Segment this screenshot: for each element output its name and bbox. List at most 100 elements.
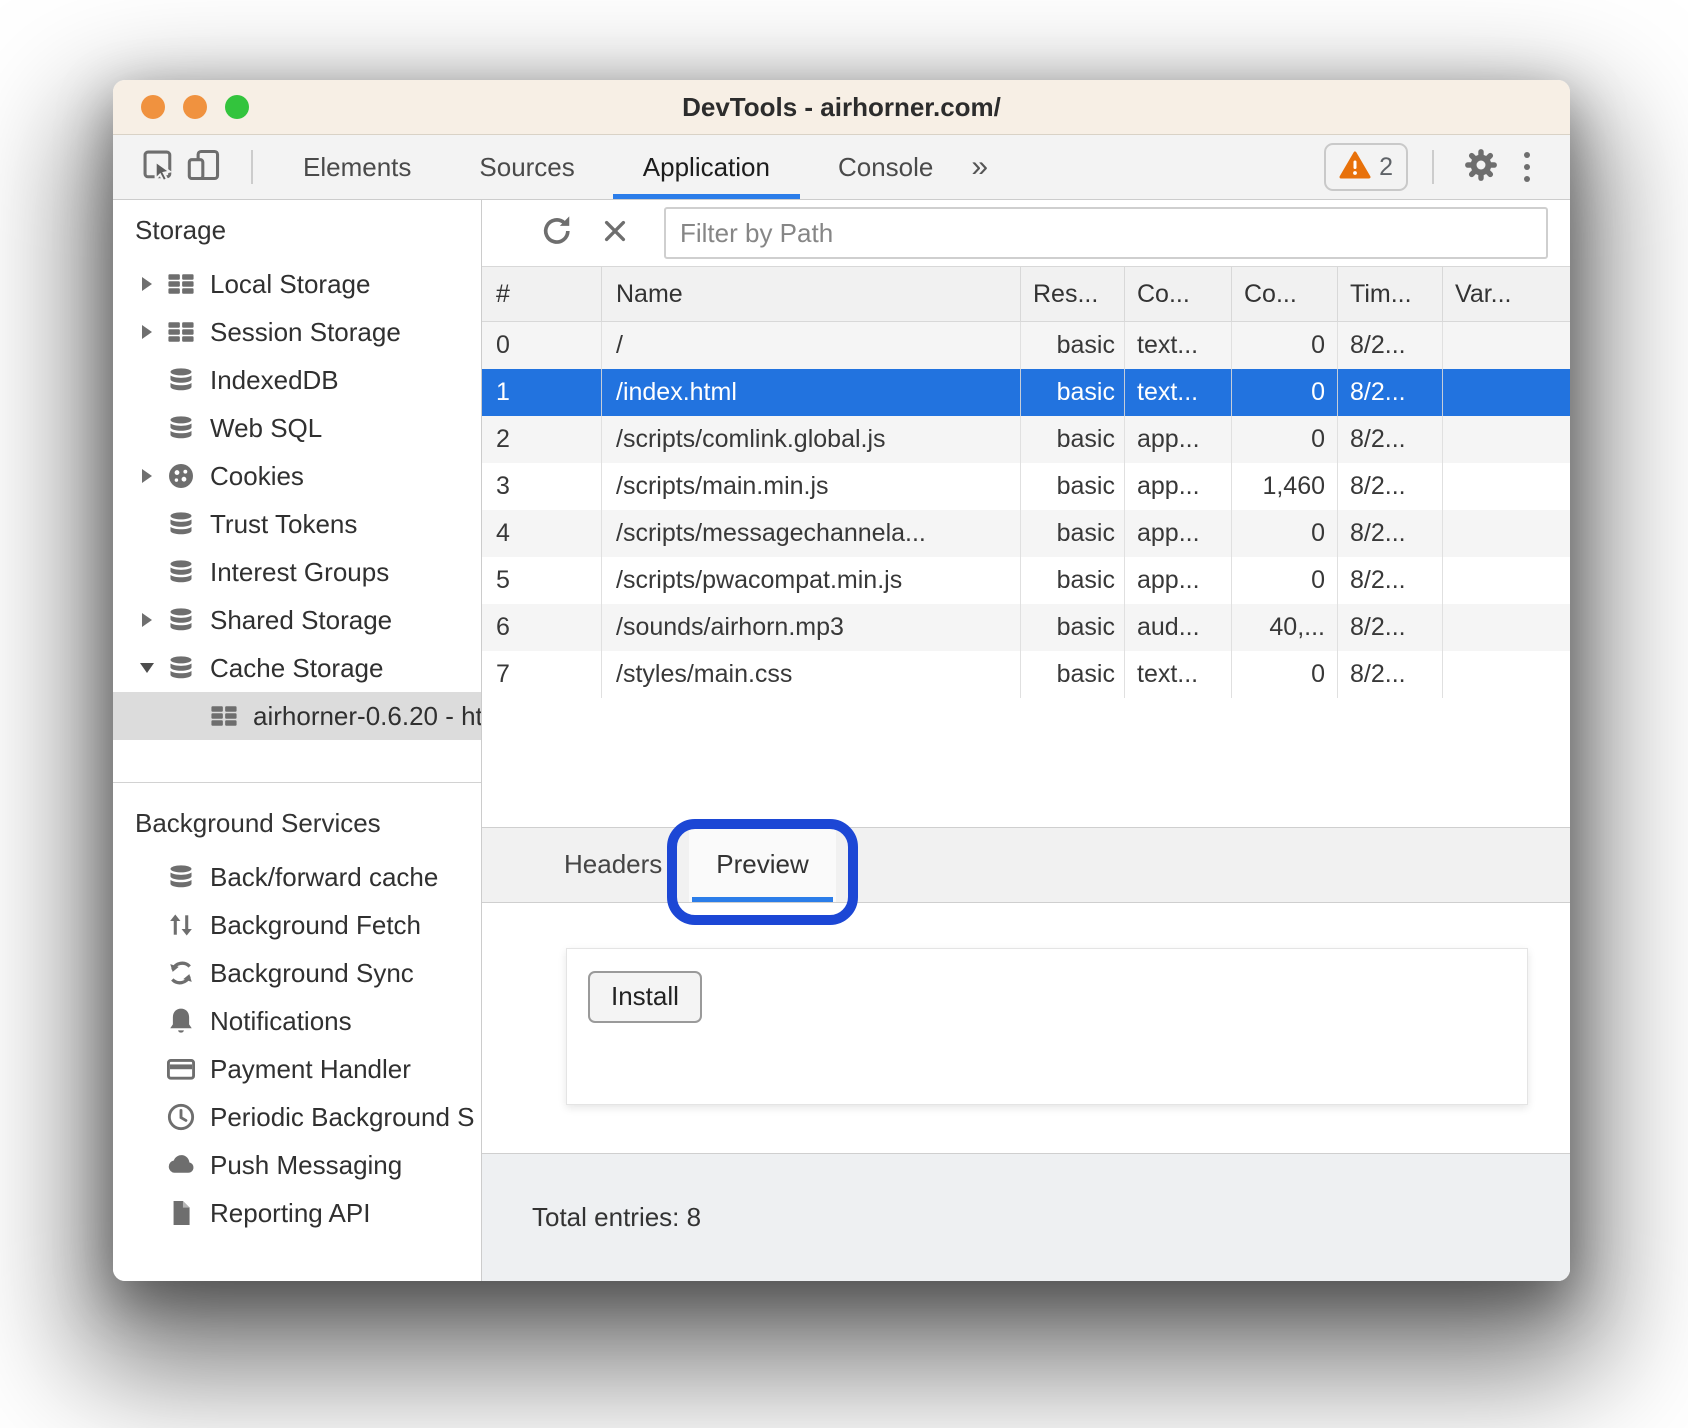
column-header-time-cached[interactable]: Tim... bbox=[1338, 267, 1443, 321]
table-row[interactable]: 3 /scripts/main.min.js basic app... 1,46… bbox=[482, 463, 1570, 510]
sidebar-item-shared-storage[interactable]: Shared Storage bbox=[113, 596, 481, 644]
filter-toolbar bbox=[482, 200, 1570, 266]
sidebar-item-airhorner-0-6-20-ht[interactable]: airhorner-0.6.20 - ht bbox=[113, 692, 481, 740]
application-sidebar: Storage Local Storage Session Sto bbox=[113, 200, 482, 1281]
cell-content-type: app... bbox=[1125, 510, 1232, 557]
settings-button[interactable] bbox=[1458, 144, 1504, 190]
toolbar-divider bbox=[1432, 150, 1434, 184]
sidebar-item-trust-tokens[interactable]: Trust Tokens bbox=[113, 500, 481, 548]
status-footer: Total entries: 8 bbox=[482, 1153, 1570, 1282]
tab-label: Sources bbox=[479, 152, 574, 183]
subtab-label: Headers bbox=[564, 849, 662, 880]
subtab-preview[interactable]: Preview bbox=[689, 828, 835, 902]
sidebar-item-push-messaging[interactable]: Push Messaging bbox=[113, 1141, 481, 1189]
more-tabs-button[interactable]: » bbox=[971, 150, 988, 184]
column-header-name[interactable]: Name bbox=[602, 267, 1021, 321]
table-header-row: # Name Res... Co... Co... Tim... Var... bbox=[482, 266, 1570, 322]
sidebar-item-payment-handler[interactable]: Payment Handler bbox=[113, 1045, 481, 1093]
tab-elements[interactable]: Elements bbox=[299, 135, 415, 199]
sidebar-item-label: Periodic Background S bbox=[210, 1102, 474, 1133]
clear-icon bbox=[596, 212, 634, 255]
storage-section-heading: Storage bbox=[113, 200, 481, 260]
table-row[interactable]: 5 /scripts/pwacompat.min.js basic app...… bbox=[482, 557, 1570, 604]
subtab-label: Preview bbox=[716, 849, 808, 880]
column-header-number[interactable]: # bbox=[482, 267, 602, 321]
cell-vary bbox=[1443, 322, 1570, 369]
cell-vary bbox=[1443, 557, 1570, 604]
sidebar-item-local-storage[interactable]: Local Storage bbox=[113, 260, 481, 308]
sidebar-item-label: Cookies bbox=[210, 461, 304, 492]
cell-response-type: basic bbox=[1021, 463, 1125, 510]
sidebar-item-session-storage[interactable]: Session Storage bbox=[113, 308, 481, 356]
inspect-element-button[interactable] bbox=[135, 144, 181, 190]
sidebar-item-cookies[interactable]: Cookies bbox=[113, 452, 481, 500]
tab-sources[interactable]: Sources bbox=[475, 135, 578, 199]
sidebar-item-label: Payment Handler bbox=[210, 1054, 411, 1085]
refresh-button[interactable] bbox=[534, 210, 580, 256]
sidebar-item-background-fetch[interactable]: Background Fetch bbox=[113, 901, 481, 949]
table-row[interactable]: 6 /sounds/airhorn.mp3 basic aud... 40,..… bbox=[482, 604, 1570, 651]
column-header-content-length[interactable]: Co... bbox=[1232, 267, 1338, 321]
cell-number: 0 bbox=[482, 322, 602, 369]
cell-content-length: 0 bbox=[1232, 416, 1338, 463]
sidebar-item-indexeddb[interactable]: IndexedDB bbox=[113, 356, 481, 404]
table-row[interactable]: 1 /index.html basic text... 0 8/2... bbox=[482, 369, 1570, 416]
toolbar-right: 2 bbox=[1324, 143, 1570, 191]
cell-response-type: basic bbox=[1021, 510, 1125, 557]
gear-icon bbox=[1461, 145, 1501, 190]
sidebar-item-label: Trust Tokens bbox=[210, 509, 357, 540]
sidebar-item-reporting-api[interactable]: Reporting API bbox=[113, 1189, 481, 1237]
column-header-vary[interactable]: Var... bbox=[1443, 267, 1570, 321]
column-header-content-type[interactable]: Co... bbox=[1125, 267, 1232, 321]
devtools-window: DevTools - airhorner.com/ bbox=[113, 80, 1570, 1281]
sidebar-item-periodic-background-s[interactable]: Periodic Background S bbox=[113, 1093, 481, 1141]
table-icon bbox=[208, 700, 240, 732]
cell-vary bbox=[1443, 651, 1570, 698]
cell-content-length: 1,460 bbox=[1232, 463, 1338, 510]
table-row[interactable]: 2 /scripts/comlink.global.js basic app..… bbox=[482, 416, 1570, 463]
table-row[interactable]: 0 / basic text... 0 8/2... bbox=[482, 322, 1570, 369]
sidebar-item-back-forward-cache[interactable]: Back/forward cache bbox=[113, 853, 481, 901]
filter-by-path-input[interactable] bbox=[664, 207, 1548, 259]
cell-number: 5 bbox=[482, 557, 602, 604]
tab-console[interactable]: Console bbox=[834, 135, 937, 199]
customize-menu-button[interactable] bbox=[1504, 144, 1550, 190]
sidebar-item-label: Reporting API bbox=[210, 1198, 370, 1229]
table-row[interactable]: 7 /styles/main.css basic text... 0 8/2..… bbox=[482, 651, 1570, 698]
sidebar-item-label: Web SQL bbox=[210, 413, 322, 444]
sidebar-item-web-sql[interactable]: Web SQL bbox=[113, 404, 481, 452]
table-row[interactable]: 4 /scripts/messagechannela... basic app.… bbox=[482, 510, 1570, 557]
clear-button[interactable] bbox=[592, 210, 638, 256]
sidebar-item-background-sync[interactable]: Background Sync bbox=[113, 949, 481, 997]
column-header-response-type[interactable]: Res... bbox=[1021, 267, 1125, 321]
cell-name: /styles/main.css bbox=[602, 651, 1021, 698]
sidebar-item-label: airhorner-0.6.20 - ht bbox=[253, 701, 482, 732]
total-entries-label: Total entries: 8 bbox=[532, 1202, 701, 1233]
panel-tabs: Elements Sources Application Console bbox=[299, 135, 937, 199]
cell-response-type: basic bbox=[1021, 322, 1125, 369]
cell-content-type: aud... bbox=[1125, 604, 1232, 651]
sidebar-item-cache-storage[interactable]: Cache Storage bbox=[113, 644, 481, 692]
cell-time-cached: 8/2... bbox=[1338, 651, 1443, 698]
cell-response-type: basic bbox=[1021, 416, 1125, 463]
sidebar-item-notifications[interactable]: Notifications bbox=[113, 997, 481, 1045]
issues-warning-badge[interactable]: 2 bbox=[1324, 143, 1408, 191]
preview-pane-content: Install bbox=[482, 903, 1570, 1153]
cell-name: /scripts/comlink.global.js bbox=[602, 416, 1021, 463]
install-button[interactable]: Install bbox=[588, 971, 702, 1023]
cell-response-type: basic bbox=[1021, 604, 1125, 651]
sidebar-item-interest-groups[interactable]: Interest Groups bbox=[113, 548, 481, 596]
tab-application[interactable]: Application bbox=[639, 135, 774, 199]
cell-name: /scripts/pwacompat.min.js bbox=[602, 557, 1021, 604]
background-services-heading: Background Services bbox=[113, 793, 481, 853]
sidebar-item-label: Back/forward cache bbox=[210, 862, 438, 893]
tab-label: Console bbox=[838, 152, 933, 183]
device-toolbar-icon bbox=[184, 145, 224, 190]
cell-number: 4 bbox=[482, 510, 602, 557]
preview-card: Install bbox=[566, 948, 1528, 1105]
toggle-device-toolbar-button[interactable] bbox=[181, 144, 227, 190]
cell-name: /sounds/airhorn.mp3 bbox=[602, 604, 1021, 651]
sidebar-item-label: Interest Groups bbox=[210, 557, 389, 588]
subtab-headers[interactable]: Headers bbox=[537, 828, 689, 902]
toolbar-divider bbox=[251, 150, 253, 184]
